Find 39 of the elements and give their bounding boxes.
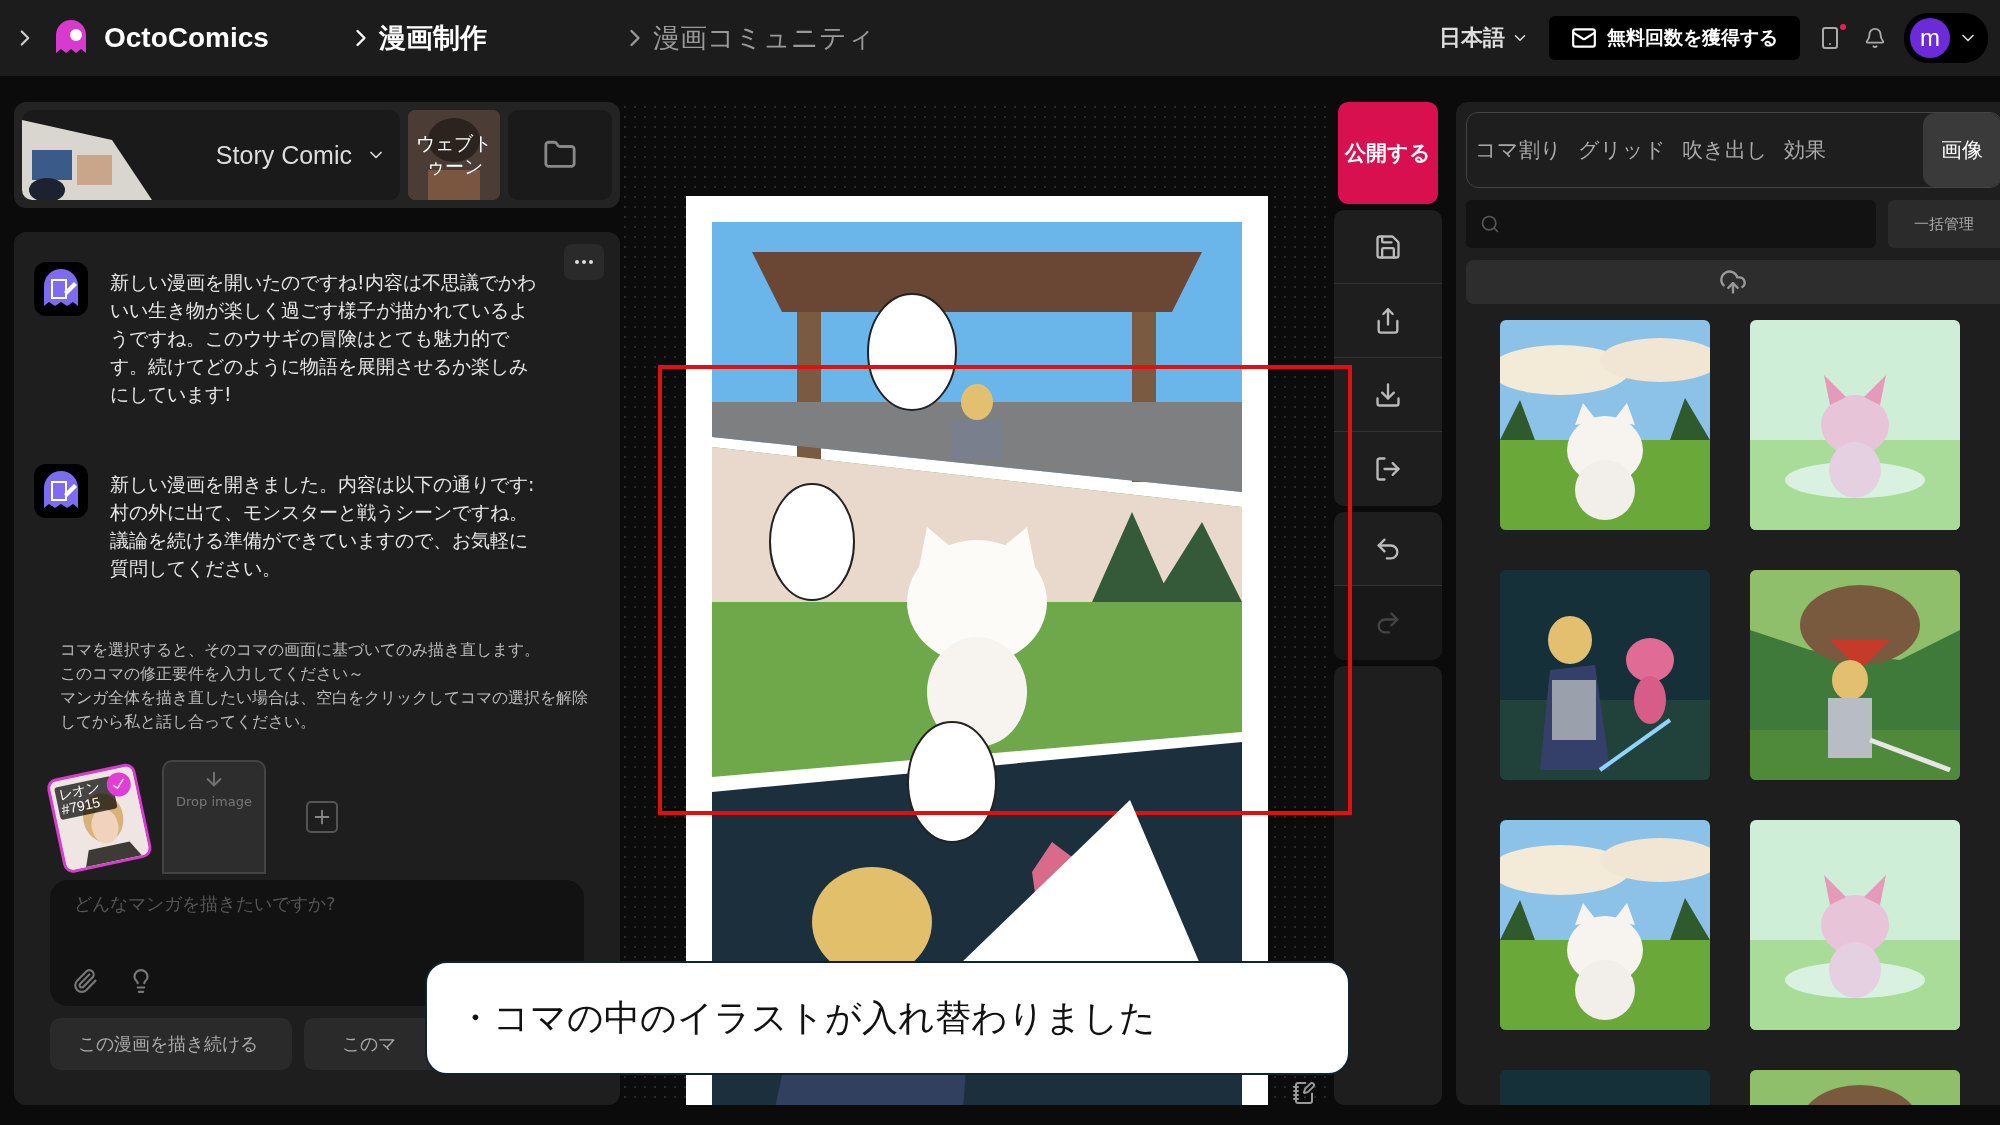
brand-name: OctoComics (104, 22, 269, 54)
attach-icon[interactable] (72, 968, 98, 994)
note-icon[interactable] (1292, 1081, 1316, 1105)
asset-tab[interactable]: 効果 (1776, 113, 1834, 187)
add-button[interactable] (306, 801, 338, 833)
webtoon-style-button[interactable]: ウェブトゥーン (408, 110, 500, 200)
bot-avatar-icon (34, 464, 88, 518)
search-field[interactable] (1466, 200, 1876, 248)
folder-button[interactable] (508, 110, 612, 200)
avatar: m (1910, 18, 1950, 58)
more-icon (575, 260, 593, 264)
exit-icon (1374, 455, 1402, 483)
save-icon (1374, 232, 1402, 261)
prompt-box[interactable]: どんなマンガを描きたいですか? (50, 880, 584, 1006)
breadcrumb-link[interactable]: 漫画制作 (346, 20, 487, 56)
prompt-input[interactable]: どんなマンガを描きたいですか? (72, 892, 562, 915)
bot-avatar-icon (34, 262, 88, 316)
promo-button[interactable]: 無料回数を獲得する (1549, 16, 1800, 60)
download-icon (1374, 380, 1402, 409)
language-select[interactable]: 日本語 (1433, 22, 1535, 54)
breadcrumb-link[interactable]: 漫画コミュニティ (620, 20, 875, 56)
bell-icon (1864, 27, 1886, 49)
publish-button[interactable]: 公開する (1338, 102, 1438, 204)
asset-tab[interactable]: 吹き出し (1674, 113, 1776, 187)
asset-tab[interactable]: グリッド (1570, 113, 1674, 187)
chat-message: 新しい漫画を開いたのですね!内容は不思議でかわいい生き物が楽しく過ごす様子が描かれているようですね。このウサギの冒険はとても魅力的です。続けてどのように物語を展開させるか楽しみにしています! (110, 270, 537, 407)
bulk-manage-button[interactable]: 一括管理 (1888, 200, 2000, 248)
character-card[interactable]: レオン#7915 (45, 761, 154, 875)
mail-icon (1571, 25, 1597, 51)
cloud-upload-icon (1719, 268, 1747, 296)
account-menu[interactable]: m (1904, 13, 1988, 63)
chat-message: 新しい漫画を開きました。内容は以下の通りです: 村の外に出て、モンスターと戦うシーンですね。議論を続ける準備ができていますので、お気軽に質問してください。 (110, 472, 536, 581)
search-icon (1480, 214, 1500, 234)
more-button[interactable] (564, 244, 604, 280)
asset-tab[interactable]: 画像 (1923, 113, 2000, 187)
hint-text: コマを選択すると、そのコマの画面に基づいてのみ描き直します。 このコマの修正要件を入力してください～ マンガ全体を描き直したい場合は、空白をクリックしてコマの選択を解除してから私と話し合ってください。 (60, 640, 589, 733)
action-button[interactable]: この漫画を描き続ける (50, 1018, 292, 1070)
style-select[interactable]: Story Comic (22, 110, 400, 200)
asset-tab[interactable]: コマ割り (1467, 113, 1570, 187)
